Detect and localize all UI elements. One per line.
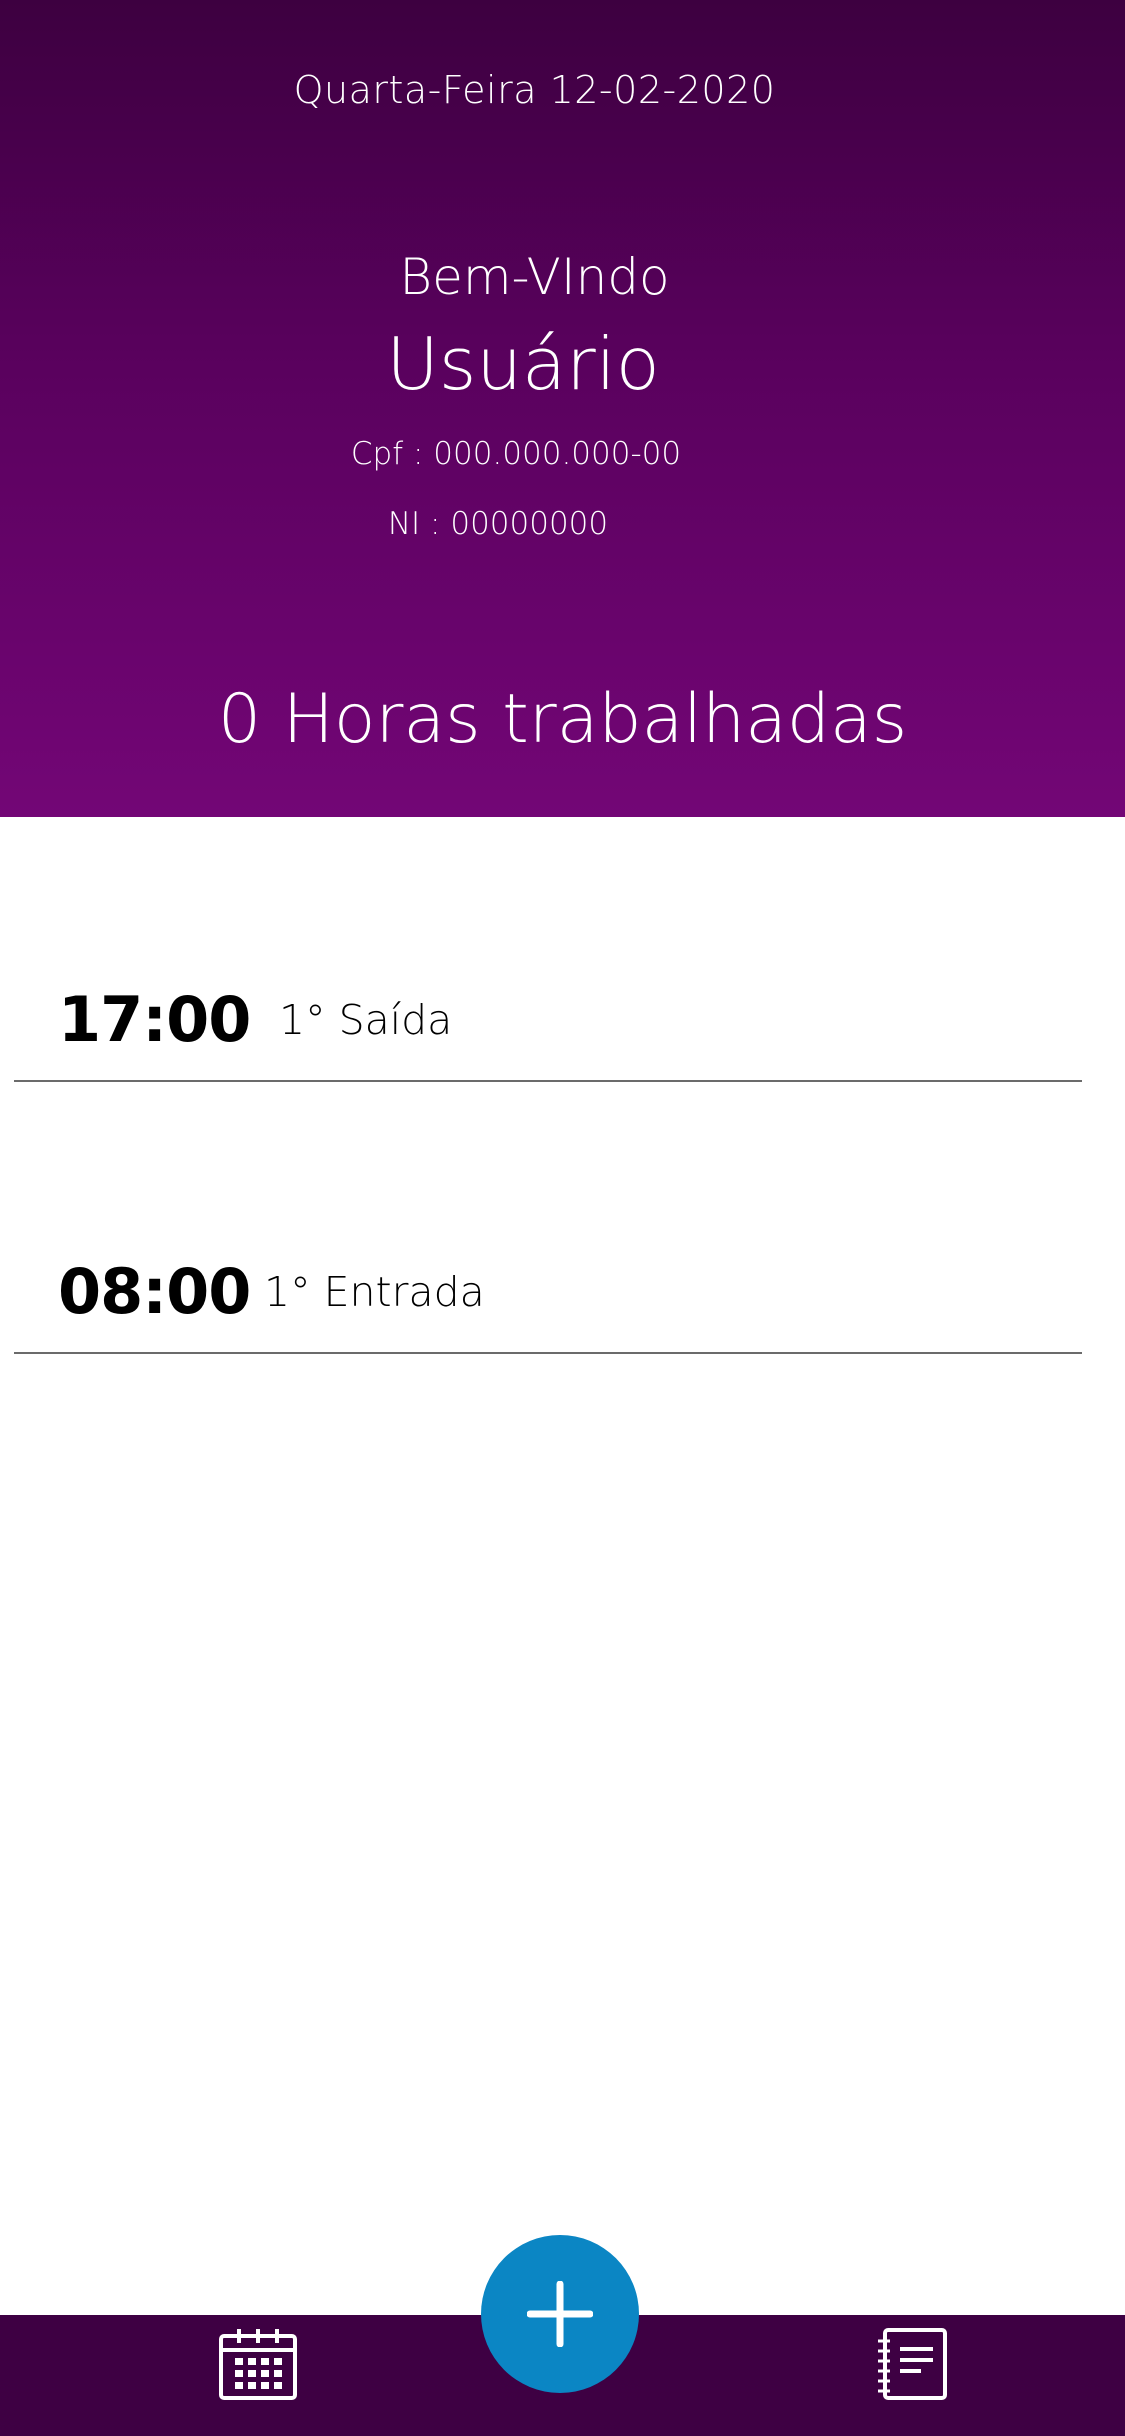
record-item[interactable]: 08:00 1° Entrada [14,1234,1082,1354]
plus-icon [527,2281,593,2347]
welcome-text: Bem-VIndo [399,248,670,306]
record-item[interactable]: 17:00 1° Saída [14,962,1082,1082]
cpf-text: Cpf : 000.000.000-00 [350,436,682,472]
calendar-icon[interactable] [218,2327,298,2401]
record-time: 17:00 [58,983,251,1056]
notes-icon[interactable] [873,2327,953,2401]
record-time: 08:00 [58,1255,251,1328]
add-record-button[interactable] [481,2235,639,2393]
current-date: Quarta-Feira 12-02-2020 [293,68,776,112]
hours-worked: 0 Horas trabalhadas [217,680,908,759]
record-label: 1° Saída [279,996,453,1044]
ni-text: NI : 00000000 [387,506,609,542]
record-label: 1° Entrada [264,1268,485,1316]
header: Quarta-Feira 12-02-2020 Bem-VIndo Usuári… [0,0,1125,817]
username: Usuário [386,322,660,406]
app-screen: Quarta-Feira 12-02-2020 Bem-VIndo Usuári… [0,0,1125,2436]
